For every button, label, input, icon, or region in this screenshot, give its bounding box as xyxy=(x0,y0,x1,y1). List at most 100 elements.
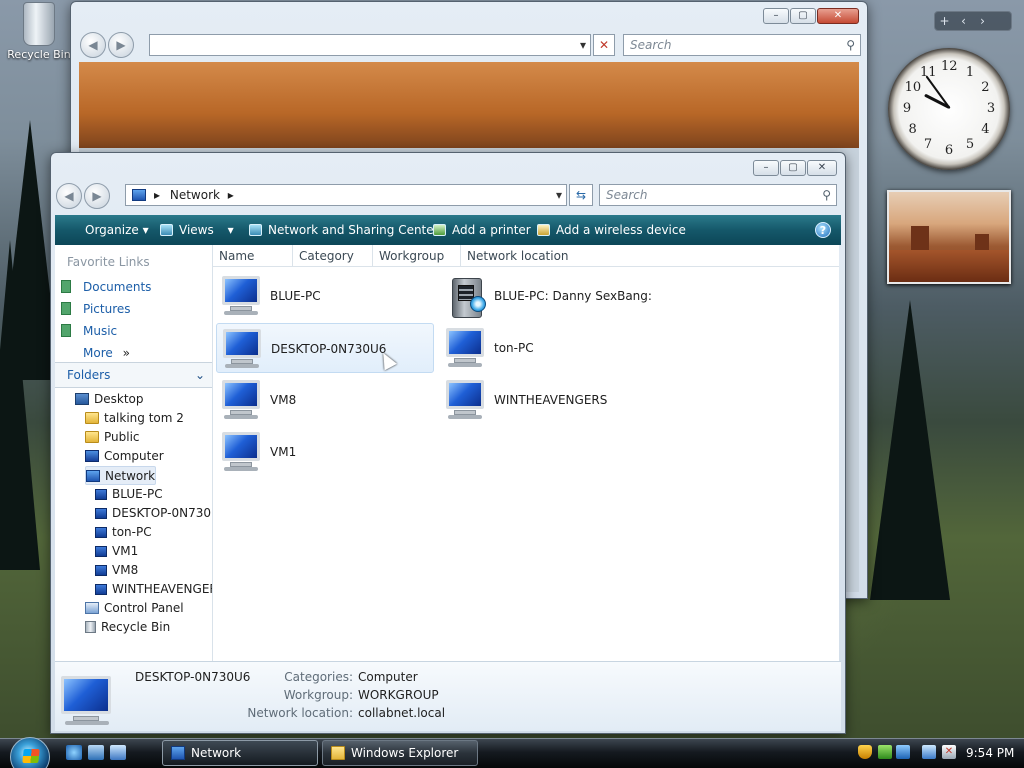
tray-app-icon[interactable] xyxy=(896,745,910,759)
stop-icon[interactable]: ✕ xyxy=(593,34,615,56)
tree-item-desktop-0n730u6[interactable]: DESKTOP-0N730U6 xyxy=(95,504,212,523)
tree-item-computer[interactable]: Computer xyxy=(85,447,164,466)
network-item-desktop-0n730u6[interactable]: DESKTOP-0N730U6 xyxy=(216,323,434,373)
details-workgroup-value: WORKGROUP xyxy=(358,688,439,702)
network-item-wintheavengers[interactable]: WINTHEAVENGERS xyxy=(440,375,658,425)
tray-app-icon[interactable] xyxy=(878,745,892,759)
next-gadget-button[interactable]: › xyxy=(973,12,992,30)
prev-gadget-button[interactable]: ‹ xyxy=(954,12,973,30)
favorite-links-heading: Favorite Links xyxy=(67,255,150,269)
tree-item-public[interactable]: Public xyxy=(85,428,140,447)
taskbar-clock[interactable]: 9:54 PM xyxy=(966,738,1014,768)
wallpaper-mountain-image xyxy=(79,62,859,148)
taskbar-button-windows-explorer[interactable]: Windows Explorer xyxy=(322,740,478,766)
column-header-category[interactable]: Category xyxy=(293,245,373,267)
tree-item-vm1[interactable]: VM1 xyxy=(95,542,138,561)
add-printer-button[interactable]: Add a printer xyxy=(433,215,531,245)
tree-item-label: Recycle Bin xyxy=(101,620,171,634)
windows-logo-icon xyxy=(22,749,40,763)
minimize-button[interactable]: – xyxy=(763,8,789,24)
favorite-link-music[interactable]: Music xyxy=(83,324,117,338)
network-sharing-center-button[interactable]: Network and Sharing Center xyxy=(249,215,439,245)
show-desktop-icon[interactable] xyxy=(88,745,104,760)
close-button[interactable]: ✕ xyxy=(807,160,837,176)
slideshow-gadget[interactable] xyxy=(887,190,1011,284)
network-item-ton-pc[interactable]: ton-PC xyxy=(440,323,658,373)
pc-icon xyxy=(95,546,107,557)
address-dropdown-icon[interactable]: ▾ xyxy=(580,35,586,55)
search-icon[interactable]: ⚲ xyxy=(846,35,855,55)
address-bar[interactable]: ▾ xyxy=(149,34,591,56)
tree-item-network[interactable]: Network xyxy=(85,466,157,485)
tree-item-label: ton-PC xyxy=(112,525,152,539)
back-button[interactable]: ◀ xyxy=(80,32,106,58)
taskbar-button-network[interactable]: Network xyxy=(162,740,318,766)
forward-button[interactable]: ▶ xyxy=(84,183,110,209)
network-item-label: WINTHEAVENGERS xyxy=(494,393,608,407)
network-explorer-window[interactable]: – ▢ ✕ ◀ ▶ ▸ Network ▸ ▾ ⇆ Search ⚲ Organ… xyxy=(50,152,846,734)
add-gadget-button[interactable]: + xyxy=(935,12,954,30)
clock-gadget[interactable]: 12 1 2 3 4 5 6 7 8 9 10 11 xyxy=(888,48,1010,170)
address-bar[interactable]: ▸ Network ▸ ▾ xyxy=(125,184,567,206)
close-button[interactable]: ✕ xyxy=(817,8,859,24)
network-item-vm1[interactable]: VM1 xyxy=(216,427,434,477)
internet-explorer-icon[interactable] xyxy=(66,745,82,760)
breadcrumb-network[interactable]: Network xyxy=(170,188,220,202)
dropdown-icon: ▾ xyxy=(142,223,149,237)
window-controls: – ▢ ✕ xyxy=(763,8,859,24)
column-header-network-location[interactable]: Network location xyxy=(461,245,601,267)
column-header-name[interactable]: Name xyxy=(213,245,293,267)
tree-item-talking-tom-2[interactable]: talking tom 2 xyxy=(85,409,184,428)
forward-button[interactable]: ▶ xyxy=(108,32,134,58)
organize-button[interactable]: Organize ▾ xyxy=(85,215,149,245)
tree-item-control-panel[interactable]: Control Panel xyxy=(85,599,184,618)
volume-muted-icon[interactable]: ✕ xyxy=(942,745,956,759)
minimize-button[interactable]: – xyxy=(753,160,779,176)
taskbar-explorer-label: Windows Explorer xyxy=(351,746,459,760)
network-item-blue-pc[interactable]: BLUE-PC xyxy=(216,271,434,321)
search-input[interactable]: Search ⚲ xyxy=(623,34,861,56)
network-item-blue-pc-danny-sexbang[interactable]: BLUE-PC: Danny SexBang: xyxy=(440,271,658,321)
tree-item-label: VM8 xyxy=(112,563,139,577)
column-header-workgroup[interactable]: Workgroup xyxy=(373,245,461,267)
search-icon[interactable]: ⚲ xyxy=(822,185,831,205)
back-button[interactable]: ◀ xyxy=(56,183,82,209)
switch-windows-icon[interactable] xyxy=(110,745,126,760)
refresh-icon[interactable]: ⇆ xyxy=(569,184,593,206)
network-status-icon[interactable] xyxy=(922,745,936,759)
views-button[interactable]: Views ▾ xyxy=(160,215,234,245)
chevron-down-icon: ⌄ xyxy=(194,368,205,382)
tree-silhouette xyxy=(0,240,40,570)
search-input[interactable]: Search ⚲ xyxy=(599,184,837,206)
security-shield-icon[interactable] xyxy=(858,745,872,759)
clock-numeral: 7 xyxy=(923,137,933,153)
desktop-recycle-bin[interactable]: Recycle Bin xyxy=(6,2,72,61)
tree-item-recycle-bin[interactable]: Recycle Bin xyxy=(85,618,170,637)
tree-item-desktop[interactable]: Desktop xyxy=(75,390,144,409)
clock-numeral: 2 xyxy=(981,80,990,95)
folders-toggle[interactable]: Folders ⌄ xyxy=(55,362,212,388)
favorite-link-more[interactable]: More » xyxy=(83,346,130,360)
control-panel-icon xyxy=(85,602,99,614)
tree-item-vm8[interactable]: VM8 xyxy=(95,561,138,580)
taskbar-network-label: Network xyxy=(191,746,242,760)
breadcrumb-separator[interactable]: ▸ xyxy=(228,188,234,202)
pc-icon xyxy=(95,584,107,595)
tree-item-wintheavengers[interactable]: WINTHEAVENGERS xyxy=(95,580,212,599)
tree-item-ton-pc[interactable]: ton-PC xyxy=(95,523,152,542)
dropdown-icon: ▾ xyxy=(227,223,234,237)
computer-icon xyxy=(444,328,486,368)
favorite-link-documents[interactable]: Documents xyxy=(83,280,151,294)
favorite-link-pictures[interactable]: Pictures xyxy=(83,302,131,316)
network-item-label: DESKTOP-0N730U6 xyxy=(271,342,387,356)
maximize-button[interactable]: ▢ xyxy=(780,160,806,176)
network-item-vm8[interactable]: VM8 xyxy=(216,375,434,425)
tree-item-blue-pc[interactable]: BLUE-PC xyxy=(95,485,163,504)
maximize-button[interactable]: ▢ xyxy=(790,8,816,24)
clock-numeral: 8 xyxy=(908,122,917,137)
add-wireless-device-button[interactable]: Add a wireless device xyxy=(537,215,686,245)
window-controls: – ▢ ✕ xyxy=(753,160,837,176)
address-dropdown-icon[interactable]: ▾ xyxy=(556,185,562,205)
folder-icon xyxy=(331,746,345,760)
help-icon[interactable]: ? xyxy=(815,222,831,238)
